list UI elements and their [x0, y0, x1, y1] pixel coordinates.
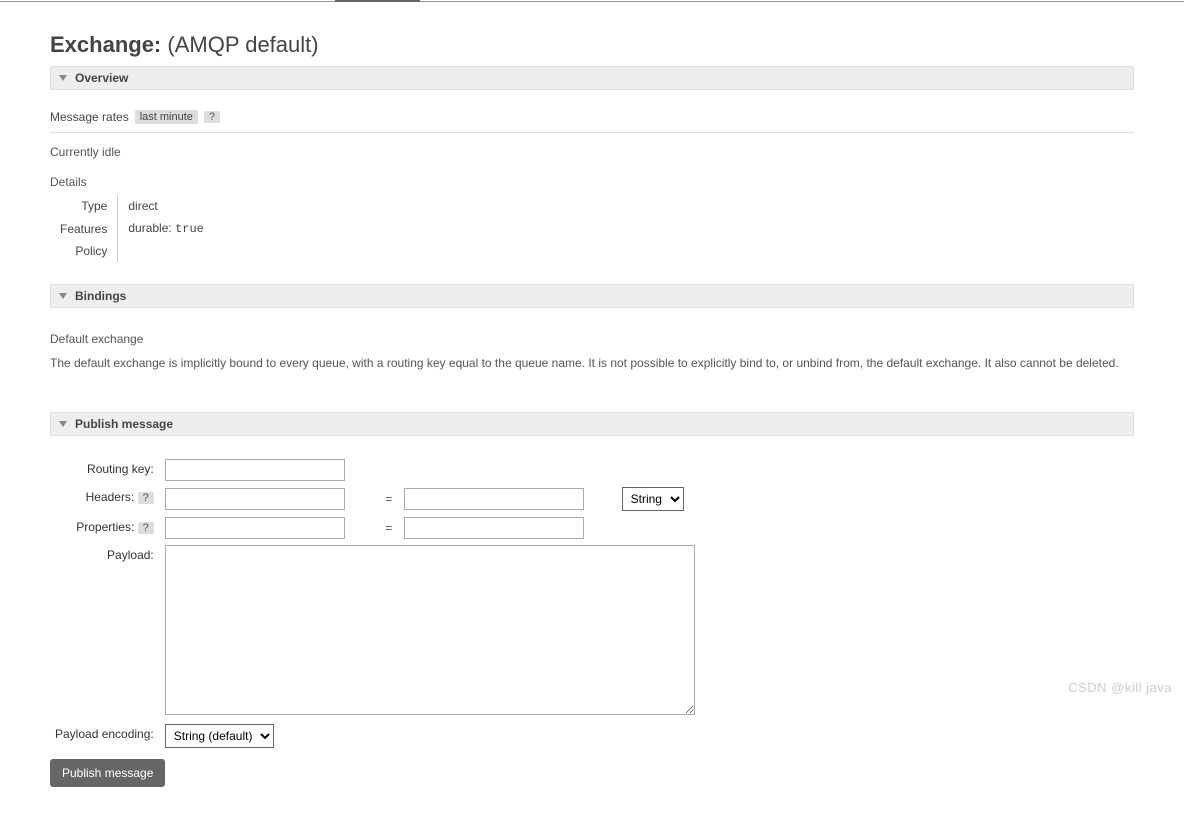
headers-type-select[interactable]: String [622, 487, 684, 511]
bindings-header[interactable]: Bindings [50, 284, 1134, 308]
type-value: direct [118, 195, 214, 217]
headers-value-input[interactable] [404, 488, 584, 510]
policy-label: Policy [50, 240, 118, 262]
table-row: Features durable: true [50, 217, 214, 240]
rates-period-pill[interactable]: last minute [135, 110, 198, 124]
properties-help-icon[interactable]: ? [138, 522, 154, 534]
chevron-down-icon [59, 75, 67, 81]
bindings-body: Default exchange The default exchange is… [50, 308, 1134, 412]
properties-key-input[interactable] [165, 517, 345, 539]
publish-header[interactable]: Publish message [50, 412, 1134, 436]
overview-body: Message rates last minute ? Currently id… [50, 90, 1134, 284]
type-label: Type [50, 195, 118, 217]
policy-value [118, 240, 214, 262]
overview-header-label: Overview [75, 71, 128, 85]
payload-encoding-label: Payload encoding: [54, 723, 160, 749]
overview-header[interactable]: Overview [50, 66, 1134, 90]
title-prefix: Exchange: [50, 32, 167, 57]
details-table: Type direct Features durable: true Polic… [50, 195, 214, 262]
chevron-down-icon [59, 293, 67, 299]
watermark: CSDN @kill java [1068, 680, 1172, 695]
routing-key-input[interactable] [165, 459, 345, 481]
features-value: durable: true [118, 217, 214, 240]
features-label: Features [50, 217, 118, 240]
equals-sign: = [381, 516, 399, 540]
top-border [0, 0, 1184, 2]
publish-header-label: Publish message [75, 417, 173, 431]
publish-message-button[interactable]: Publish message [50, 759, 165, 787]
equals-sign: = [381, 486, 399, 512]
payload-textarea[interactable] [165, 545, 695, 715]
features-key: durable: [128, 221, 171, 235]
publish-body: Routing key: Headers: ? = String [50, 436, 1134, 809]
table-row: Policy [50, 240, 214, 262]
publish-form: Routing key: Headers: ? = String [50, 454, 700, 753]
table-row: Type direct [50, 195, 214, 217]
rates-help-icon[interactable]: ? [204, 111, 220, 123]
headers-key-input[interactable] [165, 488, 345, 510]
message-rates-label: Message rates [50, 110, 129, 124]
headers-label: Headers: ? [54, 486, 160, 512]
idle-status: Currently idle [50, 133, 1134, 171]
properties-value-input[interactable] [404, 517, 584, 539]
bindings-header-label: Bindings [75, 289, 126, 303]
routing-key-label: Routing key: [54, 458, 160, 482]
page-title: Exchange: (AMQP default) [50, 32, 1134, 58]
payload-encoding-select[interactable]: String (default) [165, 724, 274, 748]
message-rates-row: Message rates last minute ? [50, 102, 1134, 133]
bindings-subheader: Default exchange [50, 332, 1134, 346]
title-exchange-name: (AMQP default) [167, 32, 318, 57]
details-label: Details [50, 171, 1134, 195]
features-val: true [175, 222, 204, 236]
bindings-text: The default exchange is implicitly bound… [50, 354, 1134, 372]
chevron-down-icon [59, 421, 67, 427]
headers-help-icon[interactable]: ? [138, 492, 154, 504]
payload-label: Payload: [54, 544, 160, 719]
active-tab-indicator [335, 0, 420, 2]
properties-label: Properties: ? [54, 516, 160, 540]
